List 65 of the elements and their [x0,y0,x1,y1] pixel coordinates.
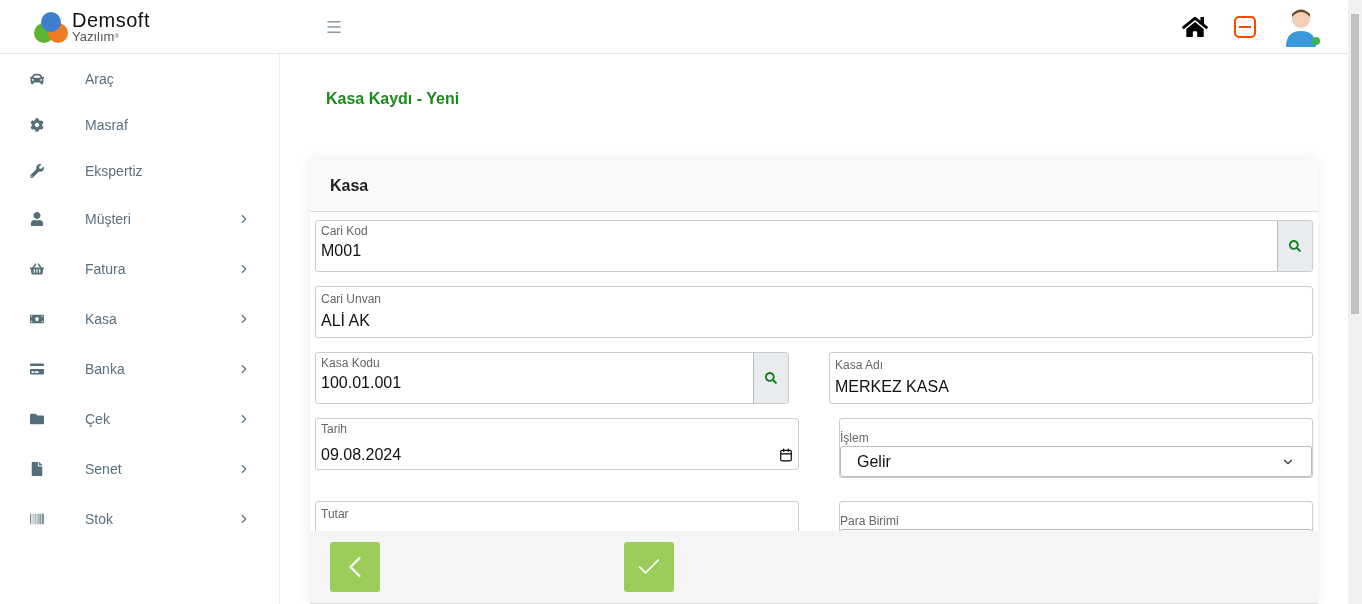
minus-square-icon[interactable] [1234,15,1256,38]
card-title: Kasa [330,175,369,196]
search-button[interactable] [753,353,788,403]
logo-tagline: Yazılım$^{®}$ [72,30,120,43]
person-icon [30,212,44,226]
sidebar-label: Kasa [85,309,118,329]
search-icon [1289,240,1301,252]
sidebar-label: Senet [85,459,123,479]
field-label: Cari Unvan [321,293,383,305]
lookup-field[interactable]: Cari Kod M001 [315,220,1313,272]
sidebar-label: Stok [85,509,114,529]
field-label: Kasa Adı [835,359,885,371]
sidebar-item[interactable]: Banka [0,344,279,394]
sidebar-item[interactable]: Senet [0,444,279,494]
credit-card-icon [30,362,44,376]
page-title: Kasa Kaydı - Yeni [326,89,461,107]
sidebar-item[interactable]: Masraf [0,102,279,148]
sidebar-label: Ekspertiz [85,161,144,181]
sidebar-item[interactable]: Kasa [0,294,279,344]
sidebar-item[interactable]: Ekspertiz [0,148,279,194]
field-label: Para Birimi [840,515,900,527]
calendar-icon [779,448,793,462]
dropdown[interactable]: Gelir [840,446,1312,477]
home-icon[interactable] [1182,14,1208,39]
car-icon [30,72,44,86]
field-value: 09.08.2024 [321,445,402,465]
sidebar-label: Fatura [85,259,127,279]
field-value: Gelir [857,451,891,472]
sidebar-item[interactable]: Çek [0,394,279,444]
sidebar-item[interactable]: Fatura [0,244,279,294]
banknote-icon [30,312,44,326]
barcode-icon [30,512,44,526]
search-button[interactable] [1277,221,1312,271]
select-field[interactable]: Para Birimi [839,501,1313,531]
wrench-icon [30,164,44,178]
logo-name: Demsoft [72,10,150,30]
sidebar-label: Müşteri [85,209,132,229]
sidebar-label: Banka [85,359,126,379]
sidebar-item[interactable]: Araç [0,56,279,102]
field-value: 100.01.001 [321,373,403,393]
file-icon [30,462,44,476]
sidebar-label: Çek [85,409,111,429]
field-label: Cari Kod [321,225,369,237]
select-field[interactable]: İşlem Gelir [839,418,1313,478]
field-value: M001 [321,241,363,261]
logo[interactable]: Demsoft Yazılım$^{®}$ [32,9,322,44]
sidebar-item[interactable]: Müşteri [0,194,279,244]
basket-icon [30,262,44,276]
field-value: MERKEZ KASA [835,377,950,397]
field-label: Kasa Kodu [321,357,381,369]
field-label: Tutar [321,508,350,520]
date-field[interactable]: Tarih 09.08.2024 [315,418,799,470]
sidebar-label: Araç [85,69,115,89]
text-field[interactable]: Tutar [315,501,799,531]
text-field[interactable]: Kasa Adı MERKEZ KASA [829,352,1313,404]
gear-icon [30,118,44,132]
folder-icon [30,412,44,426]
search-icon [765,372,777,384]
field-label: İşlem [840,432,870,444]
lookup-field[interactable]: Kasa Kodu 100.01.001 [315,352,789,404]
field-value: ALİ AK [321,311,371,331]
field-label: Tarih [321,423,348,435]
sidebar-item[interactable]: Stok [0,494,279,544]
sidebar-label: Masraf [85,115,129,135]
text-field[interactable]: Cari Unvan ALİ AK [315,286,1313,338]
